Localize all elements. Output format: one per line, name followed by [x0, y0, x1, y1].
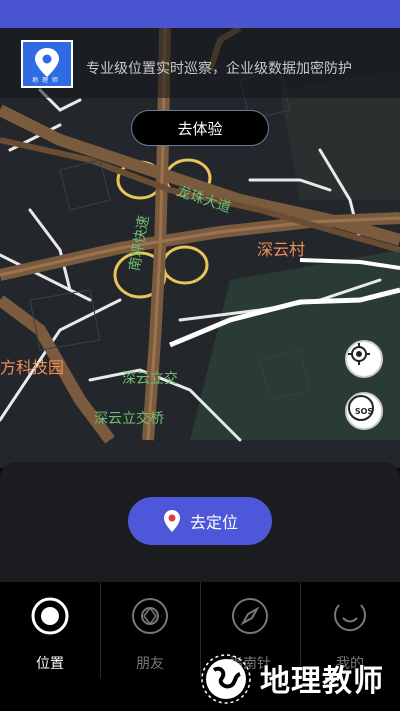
tab-label: 朋友 [136, 656, 164, 672]
target-icon [31, 597, 69, 635]
sos-label: SOS [354, 406, 374, 416]
aperture-icon [132, 598, 168, 634]
place-label: 深云村 [257, 240, 306, 259]
tab-friends[interactable]: 朋友 [100, 582, 200, 711]
road-label: 深云立交 [122, 371, 178, 387]
watermark-text: 地理教师 [260, 664, 384, 699]
sos-button[interactable]: SOS [345, 392, 383, 430]
globe-logo-icon [201, 654, 251, 704]
watermark: 地理教师 [196, 652, 384, 704]
slogan-text: 专业级位置实时巡察，企业级数据加密防护 [86, 61, 352, 77]
road-label: 深云立交桥 [94, 411, 164, 427]
tab-label: 位置 [36, 656, 64, 672]
status-bar [0, 0, 400, 28]
smile-icon [334, 604, 366, 632]
location-pin-icon [163, 510, 180, 532]
go-locate-button[interactable]: 去定位 [128, 497, 272, 545]
try-experience-button[interactable]: 去体验 [131, 110, 269, 146]
logo-caption: 地理师 [31, 77, 62, 84]
place-label: 方科技园 [0, 358, 65, 377]
crosshair-icon [348, 343, 370, 365]
tab-location[interactable]: 位置 [0, 582, 100, 711]
app-logo: 地理师 [21, 40, 73, 88]
compass-icon [232, 598, 268, 634]
locate-target-button[interactable] [345, 340, 383, 378]
go-locate-label: 去定位 [189, 513, 238, 532]
